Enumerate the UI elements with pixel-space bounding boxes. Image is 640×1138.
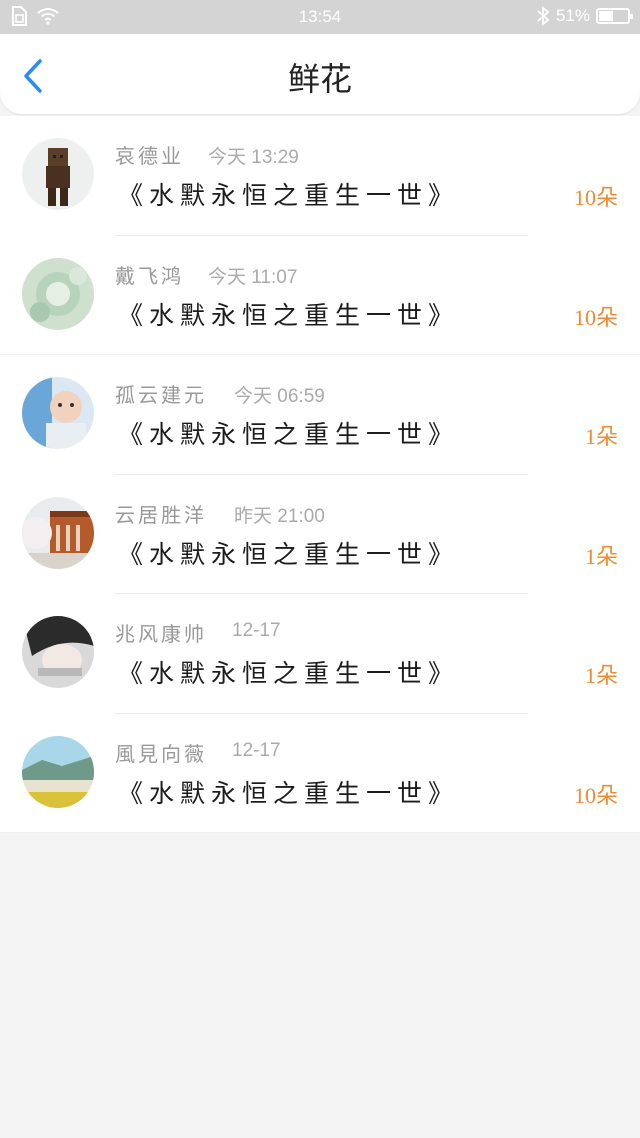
timestamp: 今天 13:29 xyxy=(208,147,299,168)
list-item[interactable]: 哀德业 今天 13:29 《水默永恒之重生一世》 10朵 xyxy=(0,116,640,236)
book-title: 《水默永恒之重生一世》 xyxy=(118,539,460,569)
page-title: 鲜花 xyxy=(287,60,352,98)
avatar xyxy=(22,377,94,449)
book-title: 《水默永恒之重生一世》 xyxy=(118,659,460,688)
avatar xyxy=(22,257,94,330)
flower-count: 1朵 xyxy=(584,543,618,569)
timestamp: 昨天 21:00 xyxy=(234,505,325,527)
bluetooth-icon xyxy=(537,6,550,26)
battery-icon xyxy=(596,8,633,24)
flower-count: 10朵 xyxy=(573,185,618,210)
flower-count: 10朵 xyxy=(573,782,618,808)
timestamp: 12-17 xyxy=(232,620,281,641)
divider xyxy=(0,832,640,833)
flower-list: 哀德业 今天 13:29 《水默永恒之重生一世》 10朵 戴飞鸿 今天 11:0… xyxy=(0,116,640,833)
book-title: 《水默永恒之重生一世》 xyxy=(118,778,460,808)
sender-name: 孤云建元 xyxy=(115,383,207,407)
book-title: 《水默永恒之重生一世》 xyxy=(118,300,460,330)
list-item[interactable]: 孤云建元 今天 06:59 《水默永恒之重生一世》 1朵 xyxy=(0,355,640,475)
timestamp: 今天 06:59 xyxy=(234,386,325,407)
sender-name: 戴飞鸿 xyxy=(115,263,184,288)
status-right: 51% xyxy=(536,6,633,26)
list-item[interactable]: 云居胜洋 昨天 21:00 《水默永恒之重生一世》 1朵 xyxy=(0,475,640,594)
sender-name: 哀德业 xyxy=(115,144,184,168)
flower-count: 1朵 xyxy=(584,663,618,688)
list-item[interactable]: 風見向薇 12-17 《水默永恒之重生一世》 10朵 xyxy=(0,714,640,833)
flower-count: 1朵 xyxy=(584,424,618,449)
status-bar: 13:54 51% xyxy=(0,0,640,34)
book-title: 《水默永恒之重生一世》 xyxy=(118,420,460,449)
avatar xyxy=(22,138,94,210)
flower-count: 10朵 xyxy=(573,304,618,330)
nav-bar: 鲜花 xyxy=(0,34,640,114)
list-item[interactable]: 戴飞鸿 今天 11:07 《水默永恒之重生一世》 10朵 xyxy=(0,236,640,355)
sender-name: 風見向薇 xyxy=(115,741,207,766)
list-item[interactable]: 兆风康帅 12-17 《水默永恒之重生一世》 1朵 xyxy=(0,594,640,714)
avatar xyxy=(22,616,94,688)
battery-percent: 51% xyxy=(555,6,590,25)
sender-name: 云居胜洋 xyxy=(115,502,207,527)
timestamp: 12-17 xyxy=(232,739,281,761)
sender-name: 兆风康帅 xyxy=(115,622,207,646)
book-title: 《水默永恒之重生一世》 xyxy=(118,181,460,210)
avatar xyxy=(22,735,94,808)
battery-fill xyxy=(599,11,613,21)
timestamp: 今天 11:07 xyxy=(208,266,298,288)
avatar xyxy=(22,496,94,569)
